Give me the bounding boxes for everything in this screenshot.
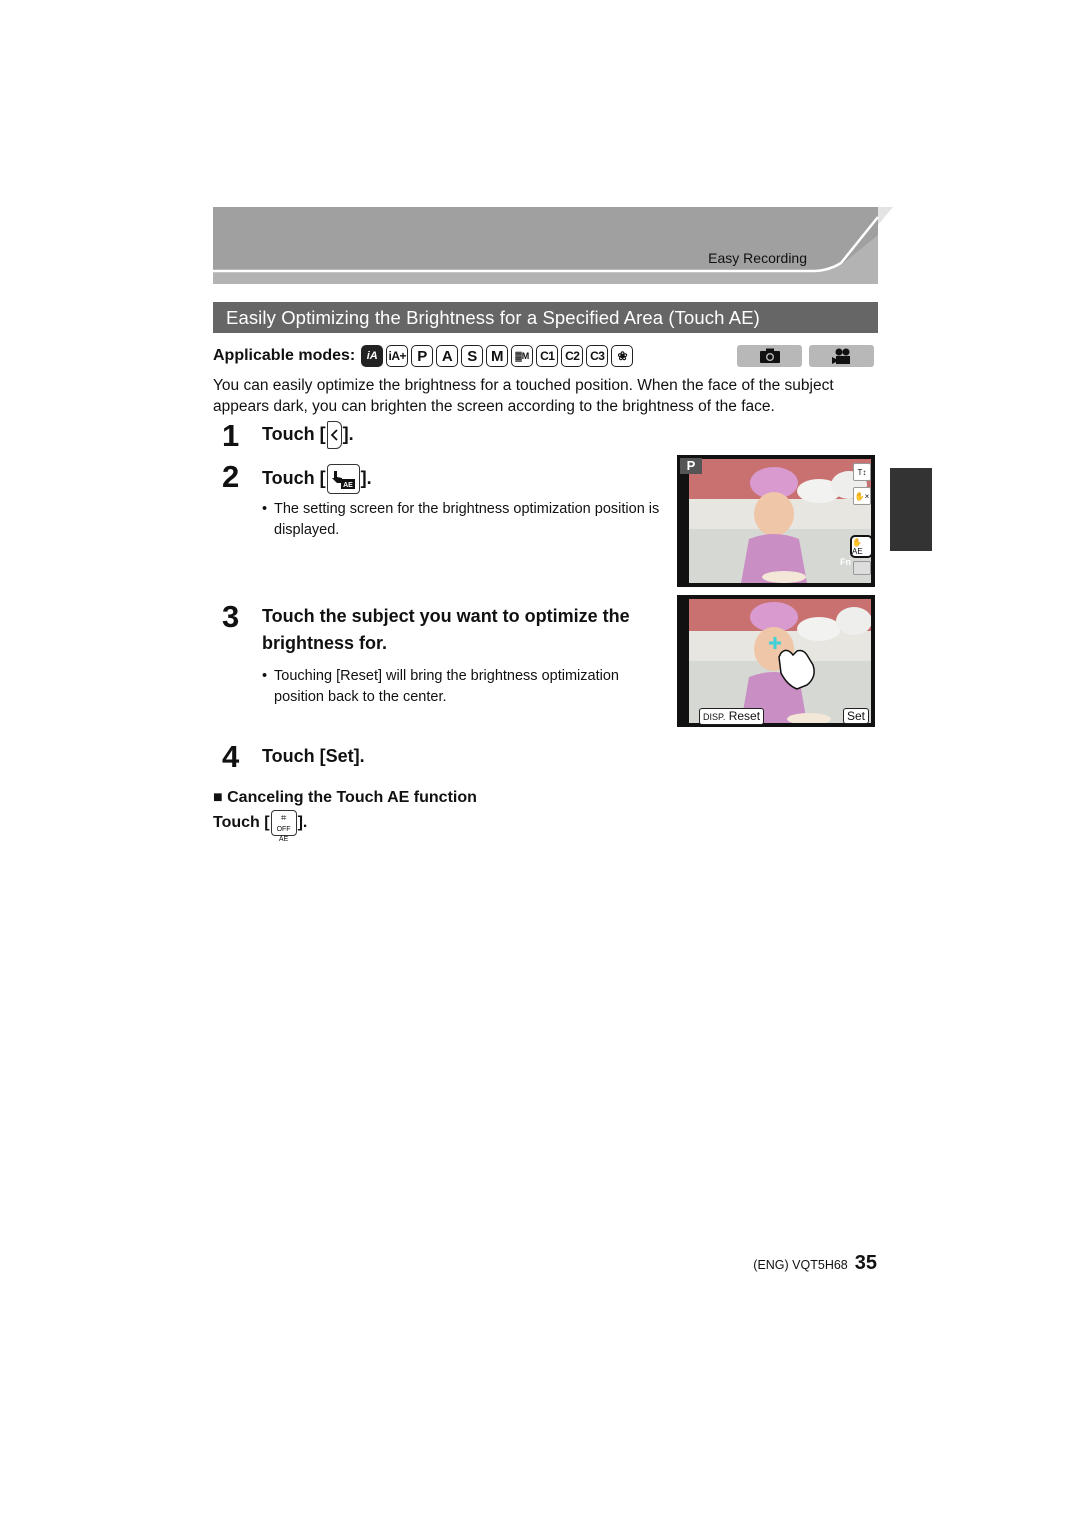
step-1-text: Touch []. xyxy=(262,421,354,450)
mode-icon-a: A xyxy=(436,345,459,367)
step-2-suffix: ]. xyxy=(360,467,372,488)
document-code: (ENG) VQT5H68 xyxy=(753,1258,848,1272)
step-3-text: Touch the subject you want to optimize t… xyxy=(262,606,630,653)
photo-girl-chef-touch xyxy=(689,599,871,723)
mode-icon-m: M xyxy=(486,345,509,367)
disp-label: DISP. xyxy=(703,712,726,722)
tab-left-arrow-icon xyxy=(326,421,342,450)
mode-icon-s: S xyxy=(461,345,484,367)
step-2-prefix: Touch [ xyxy=(262,467,326,488)
step-2-text: Touch [ AE]. xyxy=(262,464,372,494)
movie-camera-icon xyxy=(831,348,850,364)
mode-icon-creative: ❀ xyxy=(611,345,634,367)
applicable-modes: Applicable modes: iA iA+ P A S M ▓M C1 C… xyxy=(213,344,636,368)
step-2-number: 2 xyxy=(222,459,240,494)
zoom-tw-icon[interactable]: T↕ xyxy=(853,463,871,481)
section-title: Easily Optimizing the Brightness for a S… xyxy=(213,302,878,333)
step-4-number: 4 xyxy=(222,739,240,774)
chapter-thumb-tab xyxy=(890,468,932,551)
mode-icon-ia-plus: iA+ xyxy=(386,345,409,367)
fn-button-icon[interactable] xyxy=(853,561,871,575)
mode-icon-p: P xyxy=(411,345,434,367)
reset-button[interactable]: DISP. Reset xyxy=(699,708,765,725)
step-1-suffix: ]. xyxy=(342,424,354,444)
step-1-prefix: Touch [ xyxy=(262,424,326,444)
mode-icon-c2: C2 xyxy=(561,345,584,367)
step-3-note: Touching [Reset] will bring the brightne… xyxy=(262,666,662,708)
touch-shutter-off-icon[interactable]: ✋× xyxy=(853,487,871,505)
photo-mode-badge xyxy=(737,345,802,367)
photo-camera-icon xyxy=(759,348,780,363)
movie-mode-badge xyxy=(809,345,874,367)
mode-badge-p: P xyxy=(680,458,702,474)
cancel-prefix: Touch [ xyxy=(213,814,270,832)
step-4-text: Touch [Set]. xyxy=(262,746,365,766)
set-button[interactable]: Set xyxy=(843,708,870,724)
applicable-modes-label: Applicable modes: xyxy=(213,347,356,364)
cancel-instruction: Touch [⌗ OFF AE]. xyxy=(213,810,308,843)
step-2-note: The setting screen for the brightness op… xyxy=(262,499,672,541)
mode-icon-c1: C1 xyxy=(536,345,559,367)
page-number: 35 xyxy=(854,1252,877,1274)
chapter-header: Easy Recording xyxy=(213,207,893,284)
mode-icon-ia: iA xyxy=(361,345,384,367)
touch-ae-icon: AE xyxy=(326,464,360,494)
mode-icon-movie-m: ▓M xyxy=(511,345,534,367)
cancel-suffix: ]. xyxy=(297,814,308,832)
fn-label: Fn xyxy=(840,557,851,567)
touch-ae-off-label: OFF AE xyxy=(276,826,291,843)
cancel-heading: ■ Canceling the Touch AE function xyxy=(213,789,477,806)
step-1-number: 1 xyxy=(222,418,240,453)
mode-icon-c3: C3 xyxy=(586,345,609,367)
step-3-number: 3 xyxy=(222,599,240,634)
reset-label: Reset xyxy=(728,709,761,723)
chapter-label: Easy Recording xyxy=(708,250,807,266)
intro-paragraph: You can easily optimize the brightness f… xyxy=(213,377,834,415)
scene-illustration-2 xyxy=(689,599,871,723)
header-band-shape xyxy=(213,207,893,284)
page-footer: (ENG) VQT5H68 35 xyxy=(753,1252,877,1275)
touch-ae-off-icon: ⌗ OFF AE xyxy=(270,810,297,843)
camera-screen-touch-ae-menu: P T↕ ✋× ✋AE Fn xyxy=(677,455,875,587)
camera-screen-touch-ae-setting: DISP. Reset Set xyxy=(677,595,875,727)
touch-ae-side-icon[interactable]: ✋AE xyxy=(850,535,873,558)
svg-text:AE: AE xyxy=(343,482,353,489)
